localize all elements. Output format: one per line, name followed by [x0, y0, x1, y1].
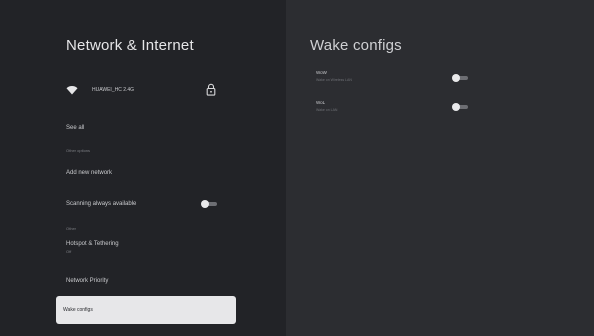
- wake-config-title: WoW: [316, 70, 327, 75]
- network-priority-item[interactable]: Network Priority: [66, 278, 108, 284]
- other-options-caption: Other options: [66, 148, 91, 153]
- wifi-network-row[interactable]: HUAWEI_HC 2.4G: [66, 82, 226, 98]
- wake-config-title: WoL: [316, 100, 326, 105]
- scanning-label: Scanning always available: [66, 201, 137, 207]
- other-caption: Other: [66, 226, 77, 231]
- network-internet-panel: Network & Internet HUAWEI_HC 2.4G See al…: [0, 0, 286, 336]
- wifi-icon: [66, 86, 78, 95]
- toggle-knob: [452, 103, 460, 111]
- wake-configs-item[interactable]: Wake configs: [56, 296, 236, 324]
- wake-configs-label: Wake configs: [63, 307, 93, 313]
- scanning-always-available-item[interactable]: Scanning always available: [66, 201, 136, 207]
- scanning-toggle[interactable]: [201, 200, 219, 208]
- lock-icon: [206, 83, 216, 96]
- toggle-knob: [452, 74, 460, 82]
- wake-config-subtitle: Wake on LAN: [316, 108, 338, 112]
- toggle-knob: [201, 200, 209, 208]
- wow-toggle[interactable]: [452, 74, 470, 82]
- add-new-network-item[interactable]: Add new network: [66, 170, 112, 176]
- tv-settings-screen: Network & Internet HUAWEI_HC 2.4G See al…: [0, 0, 594, 336]
- hotspot-tethering-item[interactable]: Hotspot & Tethering Off: [66, 241, 119, 254]
- wake-configs-title: Wake configs: [310, 37, 402, 54]
- wake-config-subtitle: Wake on Wireless LAN: [316, 78, 352, 82]
- see-all-item[interactable]: See all: [66, 125, 84, 131]
- wake-configs-panel: Wake configs WoW Wake on Wireless LAN Wo…: [286, 0, 594, 336]
- hotspot-status: Off: [66, 249, 72, 254]
- wol-toggle[interactable]: [452, 103, 470, 111]
- page-title: Network & Internet: [66, 37, 194, 54]
- wifi-network-name: HUAWEI_HC 2.4G: [92, 87, 135, 93]
- hotspot-label: Hotspot & Tethering: [66, 241, 119, 247]
